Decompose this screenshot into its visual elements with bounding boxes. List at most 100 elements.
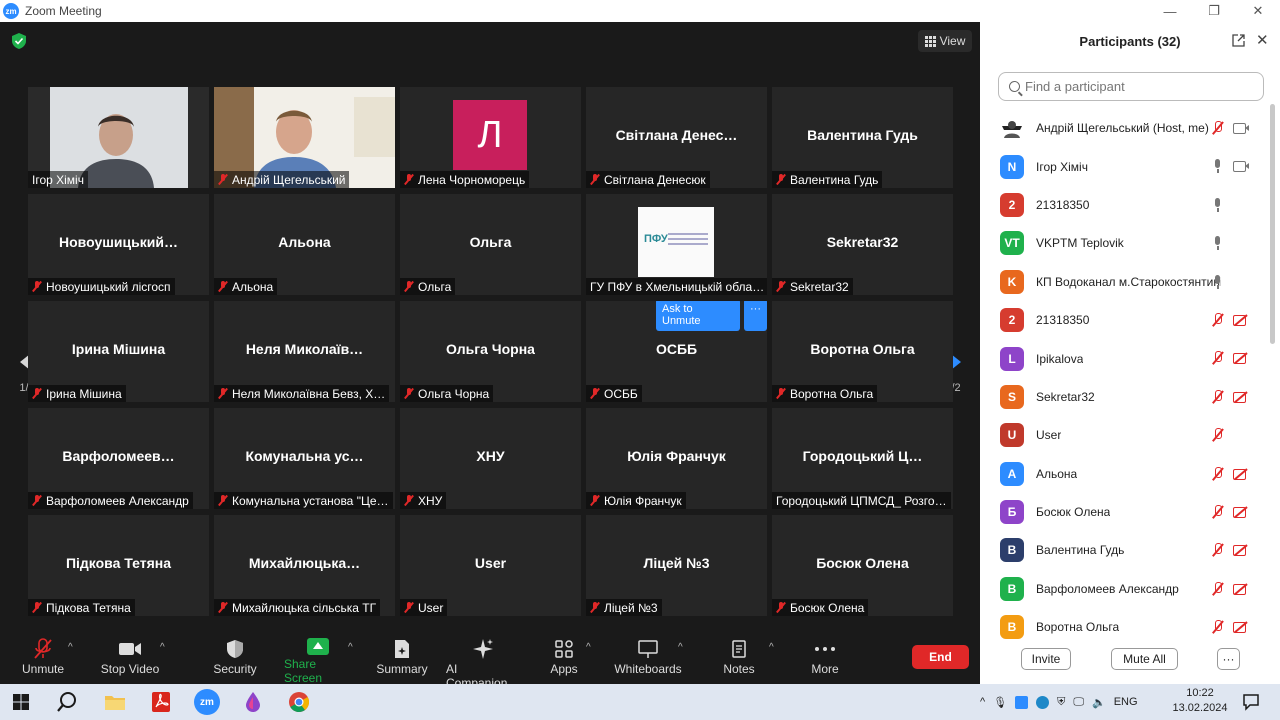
security-button[interactable]: Security (212, 638, 258, 680)
mic-icon[interactable] (1211, 197, 1225, 212)
mic-icon[interactable] (1211, 236, 1225, 251)
video-tile[interactable]: Неля Миколаїв… Неля Миколаївна Бевз, Х… (214, 301, 395, 402)
participant-row[interactable]: L Ipikalova (1000, 339, 1260, 377)
end-meeting-button[interactable]: End (912, 645, 969, 669)
tray-volume-icon[interactable]: 🔈 (1092, 696, 1106, 709)
audio-options-caret[interactable]: ^ (68, 642, 73, 653)
mic-muted-icon[interactable] (1211, 620, 1225, 634)
participant-row[interactable]: B Воротна Ольга (1000, 608, 1260, 646)
camera-off-icon[interactable] (1233, 391, 1250, 403)
participant-row[interactable]: U User (1000, 416, 1260, 454)
participant-row[interactable]: B Валентина Гудь (1000, 531, 1260, 569)
camera-off-icon[interactable] (1233, 468, 1250, 480)
video-tile[interactable]: User User (400, 515, 581, 616)
video-options-caret[interactable]: ^ (160, 642, 165, 653)
invite-button[interactable]: Invite (1021, 648, 1071, 670)
app-droplet-icon[interactable] (240, 689, 266, 715)
video-tile[interactable]: Михайлюцька… Михайлюцька сільська ТГ (214, 515, 395, 616)
video-tile[interactable]: Ольга Ольга (400, 194, 581, 295)
video-tile[interactable]: ОСББ Ask to Unmute ··· ОСББ (586, 301, 767, 402)
video-tile[interactable]: Варфоломеев… Варфоломеев Александр (28, 408, 209, 509)
mic-muted-icon[interactable] (1211, 389, 1225, 404)
pdf-reader-icon[interactable] (148, 689, 174, 715)
whiteboards-button[interactable]: Whiteboards (614, 638, 682, 680)
zoom-taskbar-icon[interactable]: zm (194, 689, 220, 715)
close-window-button[interactable]: ✕ (1236, 0, 1280, 22)
mic-muted-icon[interactable] (1211, 121, 1225, 135)
notes-options-caret[interactable]: ^ (769, 642, 774, 653)
taskbar-clock[interactable]: 10:22 13.02.2024 (1170, 686, 1230, 716)
file-explorer-icon[interactable] (102, 689, 128, 715)
stop-video-button[interactable]: Stop Video (100, 638, 160, 680)
more-button[interactable]: More (806, 638, 844, 680)
popout-icon[interactable] (1232, 34, 1245, 47)
restore-button[interactable]: ❐ (1192, 0, 1236, 22)
mic-muted-icon[interactable] (1211, 504, 1225, 519)
participant-row[interactable]: 2 21318350 (1000, 186, 1260, 224)
mic-muted-icon[interactable] (1211, 312, 1225, 327)
video-tile[interactable]: Л Лена Чорноморець (400, 87, 581, 188)
video-tile[interactable]: Світлана Денес… Світлана Денесюк (586, 87, 767, 188)
participant-row[interactable]: S Sekretar32 (1000, 378, 1260, 416)
chrome-icon[interactable] (286, 689, 312, 715)
notes-button[interactable]: Notes (720, 638, 758, 680)
participant-row[interactable]: B Варфоломеев Александр (1000, 570, 1260, 608)
participant-search-input[interactable]: Find a participant (998, 72, 1264, 101)
notifications-icon[interactable] (1238, 689, 1264, 715)
close-panel-button[interactable]: ✕ (1256, 31, 1269, 49)
camera-off-icon[interactable] (1233, 583, 1250, 595)
participants-more-button[interactable]: ··· (1217, 648, 1240, 670)
ask-to-unmute-button[interactable]: Ask to Unmute (656, 301, 740, 331)
mic-icon[interactable] (1211, 159, 1225, 174)
camera-off-icon[interactable] (1233, 621, 1250, 634)
video-tile[interactable]: Новоушицький… Новоушицький лісгосп (28, 194, 209, 295)
search-taskbar-icon[interactable] (54, 689, 80, 715)
unmute-button[interactable]: Unmute (22, 638, 64, 680)
participant-row[interactable]: Б Босюк Олена (1000, 493, 1260, 531)
tile-more-button[interactable]: ··· (744, 301, 767, 331)
video-tile[interactable]: Ліцей №3 Ліцей №3 (586, 515, 767, 616)
camera-off-icon[interactable] (1233, 506, 1250, 518)
summary-button[interactable]: Summary (376, 638, 428, 680)
whiteboards-options-caret[interactable]: ^ (678, 642, 683, 653)
video-tile[interactable]: Підкова Тетяна Підкова Тетяна (28, 515, 209, 616)
mic-icon[interactable] (1211, 274, 1225, 289)
view-button[interactable]: View (918, 30, 972, 52)
video-tile[interactable]: Sekretar32 Sekretar32 (772, 194, 953, 295)
video-tile[interactable]: Валентина Гудь Валентина Гудь (772, 87, 953, 188)
participant-row[interactable]: 2 21318350 (1000, 301, 1260, 339)
video-tile[interactable]: Ірина Мішина Ірина Мішина (28, 301, 209, 402)
mic-muted-icon[interactable] (1211, 428, 1225, 442)
camera-icon[interactable] (1233, 160, 1250, 173)
video-tile[interactable]: Комунальна ус… Комунальна установа "Це… (214, 408, 395, 509)
ai-companion-button[interactable]: AI Companion (446, 638, 520, 690)
participant-row[interactable]: A Альона (1000, 455, 1260, 493)
video-tile[interactable]: Босюк Олена Босюк Олена (772, 515, 953, 616)
apps-options-caret[interactable]: ^ (586, 642, 591, 653)
share-screen-button[interactable]: Share Screen (284, 638, 352, 685)
tray-language-indicator[interactable]: ENG (1114, 696, 1138, 708)
video-tile[interactable]: ПФУ ГУ ПФУ в Хмельницькій обла… (586, 194, 767, 295)
tray-network-icon[interactable]: 🖵 (1073, 696, 1084, 709)
mic-muted-icon[interactable] (1211, 351, 1225, 365)
participants-scrollbar[interactable] (1270, 104, 1275, 344)
tray-shield-icon[interactable]: ⛨ (1057, 696, 1065, 709)
participant-row[interactable]: K КП Водоканал м.Старокостянтинів (1000, 263, 1260, 301)
mic-muted-icon[interactable] (1211, 466, 1225, 481)
tray-app-icon[interactable] (1015, 695, 1029, 709)
tray-overflow-icon[interactable]: ^ (980, 696, 985, 708)
video-tile[interactable]: Воротна Ольга Воротна Ольга (772, 301, 953, 402)
participant-row[interactable]: N Ігор Хіміч (1000, 147, 1260, 185)
participant-row[interactable]: VT VKPTM Teplovik (1000, 224, 1260, 262)
apps-button[interactable]: Apps (548, 638, 580, 680)
camera-icon[interactable] (1233, 122, 1250, 134)
video-tile[interactable]: Ігор Хіміч (28, 87, 209, 188)
camera-off-icon[interactable] (1233, 314, 1250, 326)
video-tile[interactable]: Городоцький Ц… Городоцький ЦПМСД_ Розго… (772, 408, 953, 509)
video-tile[interactable]: ХНУ ХНУ (400, 408, 581, 509)
camera-off-icon[interactable] (1233, 544, 1250, 557)
mute-all-button[interactable]: Mute All (1111, 648, 1178, 670)
mic-muted-icon[interactable] (1211, 581, 1225, 596)
share-options-caret[interactable]: ^ (348, 642, 353, 653)
participant-row[interactable]: Андрій Щегельський (Host, me) (1000, 109, 1260, 147)
